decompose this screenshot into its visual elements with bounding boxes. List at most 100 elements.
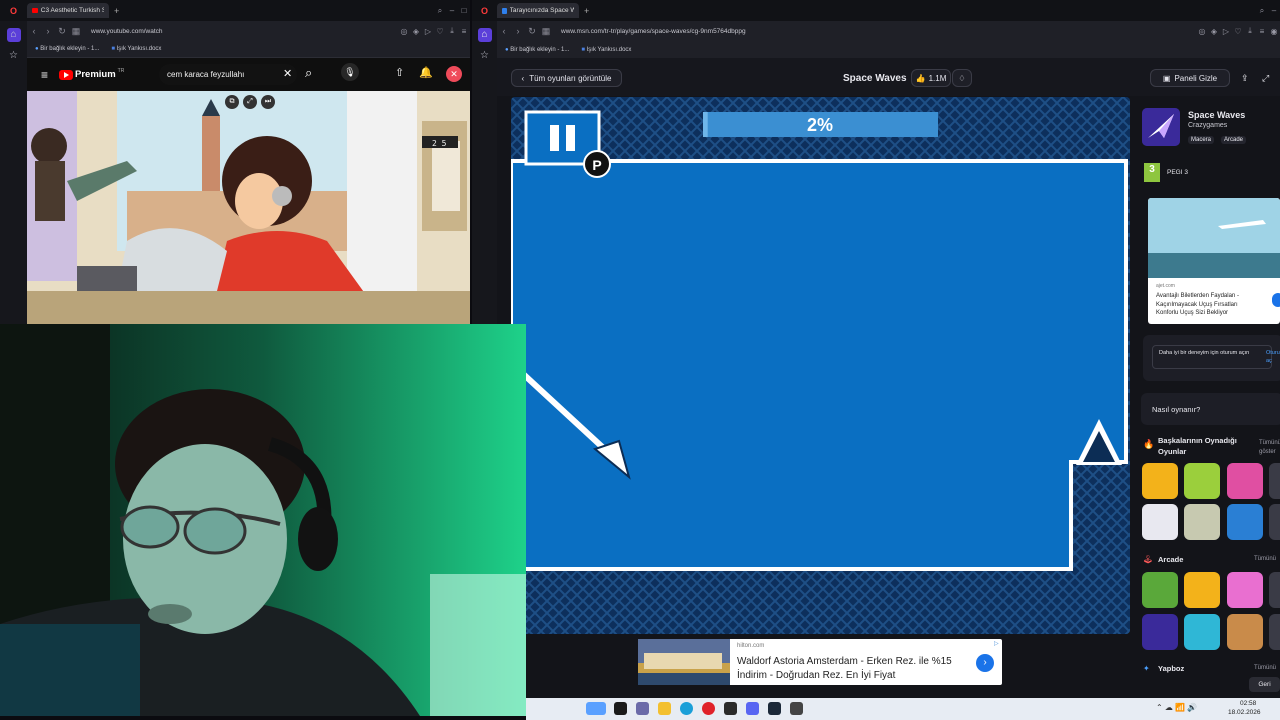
like-button[interactable]: 👍 1.1M [911,69,951,87]
game-thumb-5[interactable] [1142,504,1178,540]
shield-icon[interactable]: ◈ [410,27,422,36]
fullscreen-icon[interactable]: ⤢ [1262,73,1269,84]
youtube-premium-logo[interactable]: Premium [75,69,116,80]
camera-icon[interactable]: ◎ [1196,27,1208,36]
steam-icon[interactable] [768,702,781,715]
opera-icon[interactable] [702,702,715,715]
camera-icon[interactable]: ◎ [398,27,410,36]
hide-panel-button[interactable]: ▣ Paneli Gizle [1150,69,1230,87]
menu-icon[interactable]: ≡ [1256,27,1268,36]
maximize-icon[interactable]: □ [458,6,470,15]
app-icon-1[interactable] [724,702,737,715]
bookmark-2[interactable]: ■ Işık Yankısı.docx [581,47,631,53]
edge-icon[interactable] [680,702,693,715]
game-thumb-8[interactable] [1269,504,1280,540]
right-url[interactable]: www.msn.com/tr-tr/play/games/space-waves… [561,28,1196,35]
arcade-thumb-3[interactable] [1227,572,1263,608]
how-to-play-card[interactable]: Nasıl oynanır? [1141,393,1280,425]
discord-icon[interactable] [746,702,759,715]
others-see-all-link[interactable]: Tümünü göster [1259,439,1280,457]
left-tab-youtube[interactable]: C3 Aesthetic Turkish Stu... [27,3,109,18]
search-tabs-icon[interactable]: ⌕ [1256,6,1268,16]
minimize-icon[interactable]: – [1268,6,1280,15]
youtube-logo-icon[interactable] [59,69,74,80]
arcade-thumb-5[interactable] [1142,614,1178,650]
app-icon-2[interactable] [790,702,803,715]
home-icon[interactable]: ⌂ [477,28,492,42]
dislike-button[interactable]: ♢ [952,69,972,87]
bookmark-1[interactable]: ● Bir bağlık ekleyin - 1... [505,47,569,53]
arcade-thumb-4[interactable] [1269,572,1280,608]
bookmark-2[interactable]: ■ Işık Yankısı.docx [111,46,161,52]
taskbar-date[interactable]: 18.02.2026 [1228,709,1261,716]
file-explorer-icon[interactable] [658,702,671,715]
play-icon[interactable]: ▷ [422,27,434,36]
minimize-icon[interactable]: – [446,6,458,15]
menu-icon[interactable]: ≡ [458,27,470,36]
puzzle-see-all-link[interactable]: Tümünü [1254,665,1276,671]
arcade-thumb-2[interactable] [1184,572,1220,608]
play-icon[interactable]: ▷ [1220,27,1232,36]
game-thumb-2[interactable] [1184,463,1220,499]
arcade-see-all-link[interactable]: Tümünü [1254,556,1276,562]
opera-logo-icon[interactable]: O [0,6,27,16]
microphone-icon[interactable]: 🎙 [341,63,359,81]
shield-icon[interactable]: ◈ [1208,27,1220,36]
ad-choices-icon[interactable]: ▷ [994,640,999,647]
opera-logo-icon[interactable]: O [472,6,497,16]
star-icon[interactable]: ☆ [478,49,492,63]
search-tabs-icon[interactable]: ⌕ [434,6,446,16]
notifications-icon[interactable]: 🔔 [419,66,433,79]
home-icon[interactable]: ⌂ [6,28,21,42]
hamburger-icon[interactable]: ≡ [41,68,48,82]
taskbar-time[interactable]: 02:58 [1240,700,1256,707]
youtube-video-player[interactable]: 2 5 ⧉ ⤢ ⏭ [27,91,470,324]
forward-icon[interactable]: › [41,26,55,36]
arcade-thumb-1[interactable] [1142,572,1178,608]
game-thumb-1[interactable] [1142,463,1178,499]
search-icon[interactable]: ⌕ [305,65,312,81]
all-games-button[interactable]: ‹ Tüm oyunları görüntüle [511,69,622,87]
avatar[interactable]: ✕ [446,66,462,82]
right-tab-space-waves[interactable]: Tarayıcınızda Space Wave... [497,3,579,18]
game-thumb-6[interactable] [1184,504,1220,540]
download-icon[interactable]: ⤓ [446,26,458,36]
upload-icon[interactable]: ⇧ [395,66,404,79]
tag-arcade[interactable]: Arcade [1221,136,1247,144]
expand-icon[interactable]: ⤢ [243,95,257,109]
search-taskbar-icon[interactable] [636,702,649,715]
left-url[interactable]: www.youtube.com/watch [91,28,398,35]
grid-icon[interactable]: ▦ [69,26,83,37]
back-to-top-button[interactable]: Geri [1249,677,1280,692]
signin-button[interactable]: Oturum aç [1266,350,1280,365]
heart-icon[interactable]: ♡ [1232,27,1244,36]
star-icon[interactable]: ☆ [7,49,21,63]
new-tab-icon[interactable]: + [584,6,589,16]
reload-icon[interactable]: ↻ [525,26,539,37]
heart-icon[interactable]: ♡ [434,27,446,36]
share-icon[interactable]: ⇪ [1241,73,1249,84]
bookmark-1[interactable]: ● Bir bağlık ekleyin - 1... [35,46,99,52]
arcade-thumb-7[interactable] [1227,614,1263,650]
youtube-search-input[interactable]: cem karaca feyzullahı [159,64,297,85]
start-icon[interactable] [614,702,627,715]
game-thumb-7[interactable] [1227,504,1263,540]
back-icon[interactable]: ‹ [27,26,41,36]
game-thumb-3[interactable] [1227,463,1263,499]
arcade-thumb-6[interactable] [1184,614,1220,650]
tray-icons[interactable]: ⌃ ☁ 📶 🔊 [1156,703,1197,712]
tag-macera[interactable]: Macera [1188,136,1215,144]
game-thumb-4[interactable] [1269,463,1280,499]
grid-icon[interactable]: ▦ [539,26,553,37]
arcade-thumb-8[interactable] [1269,614,1280,650]
clear-search-icon[interactable]: ✕ [283,67,292,80]
new-tab-icon[interactable]: + [114,6,119,16]
flight-ad[interactable]: ajet.com Avantajlı Biletlerden Faydalan … [1148,198,1280,324]
ad-go-icon[interactable] [1272,293,1280,307]
profile-icon[interactable]: ◉ [1268,27,1280,36]
next-icon[interactable]: ⏭ [261,95,275,109]
reload-icon[interactable]: ↻ [55,26,69,37]
ad-arrow-icon[interactable]: › [976,654,994,672]
game-thumbnail[interactable] [1142,108,1180,146]
forward-icon[interactable]: › [511,26,525,36]
